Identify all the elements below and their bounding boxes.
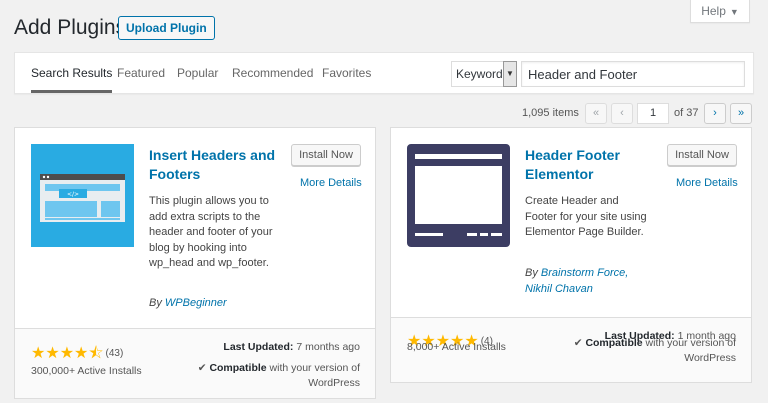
last-page-button[interactable]: » [730, 103, 752, 124]
search-type-select[interactable]: Keyword ▼ [451, 61, 517, 87]
install-now-button[interactable]: Install Now [291, 144, 361, 166]
code-page-icon[interactable]: </> [31, 144, 134, 247]
plugin-card: </> Insert Headers and Footers Install N… [14, 127, 376, 399]
compatibility: ✔ Compatible with your version of WordPr… [160, 361, 360, 391]
tab-recommended[interactable]: Recommended [232, 53, 313, 93]
plugin-card: Header Footer Elementor Install Now More… [390, 127, 752, 383]
tab-search-results[interactable]: Search Results [31, 53, 113, 93]
help-label: Help [701, 4, 726, 18]
more-details-link[interactable]: More Details [676, 177, 738, 189]
last-updated: Last Updated: 7 months ago [223, 341, 360, 353]
check-icon: ✔ [573, 337, 583, 349]
author-link[interactable]: Brainstorm Force, Nikhil Chavan [525, 267, 628, 295]
help-tab[interactable]: Help ▼ [690, 0, 750, 23]
author-prefix: By [525, 267, 538, 279]
rating-count: (43) [105, 348, 124, 359]
compatible-text: with your version of WordPress [645, 337, 736, 364]
items-count: 1,095 items [522, 107, 579, 119]
author-link[interactable]: WPBeginner [165, 297, 227, 309]
plugin-description: Create Header and Footer for your site u… [525, 195, 647, 238]
tab-featured[interactable]: Featured [117, 53, 165, 93]
card-footer: ★★★★★ (4) 8,000+ Active Installs Last Upd… [391, 317, 751, 382]
last-updated-value: 7 months ago [296, 341, 360, 353]
compatible-text: with your version of WordPress [269, 362, 360, 389]
upload-plugin-button[interactable]: Upload Plugin [118, 16, 215, 40]
total-pages: of 37 [674, 107, 699, 119]
compatible-label: Compatible [585, 337, 643, 349]
first-page-button[interactable]: « [585, 103, 607, 124]
stars-icon: ★★★★⯪ [31, 345, 104, 362]
page-title: Add Plugins [14, 16, 127, 39]
active-installs: 300,000+ Active Installs [31, 365, 142, 377]
compatibility: ✔ Compatible with your version of WordPr… [536, 336, 736, 366]
compatible-label: Compatible [209, 362, 267, 374]
author-prefix: By [149, 297, 162, 309]
active-installs: 8,000+ Active Installs [407, 341, 506, 353]
current-page-input[interactable]: 1 [637, 103, 669, 124]
filter-bar: Search Results Featured Popular Recommen… [14, 52, 754, 94]
plugin-name[interactable]: Header Footer Elementor [525, 146, 655, 184]
search-input[interactable] [521, 61, 745, 87]
prev-page-button[interactable]: ‹ [611, 103, 633, 124]
search-type-value: Keyword [456, 67, 503, 81]
plugin-name[interactable]: Insert Headers and Footers [149, 146, 279, 184]
caret-down-icon: ▼ [729, 7, 739, 17]
plugin-author: By WPBeginner [149, 296, 227, 312]
svg-text:</>: </> [67, 191, 79, 198]
last-updated-label: Last Updated: [223, 341, 294, 353]
layout-icon[interactable] [407, 144, 510, 247]
next-page-button[interactable]: › [704, 103, 726, 124]
install-now-button[interactable]: Install Now [667, 144, 737, 166]
tab-favorites[interactable]: Favorites [322, 53, 371, 93]
card-footer: ★★★★⯪ (43) 300,000+ Active Installs Last … [15, 328, 375, 398]
plugin-author: By Brainstorm Force, Nikhil Chavan [525, 266, 635, 297]
more-details-link[interactable]: More Details [300, 177, 362, 189]
dropdown-arrow-icon: ▼ [503, 61, 517, 87]
plugin-description: This plugin allows you to add extra scri… [149, 195, 273, 269]
tab-popular[interactable]: Popular [177, 53, 218, 93]
check-icon: ✔ [197, 362, 207, 374]
